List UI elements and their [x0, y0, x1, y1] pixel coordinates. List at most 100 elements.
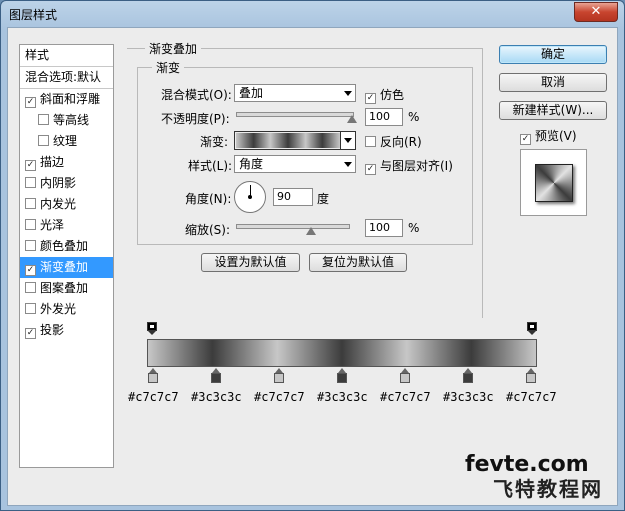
reset-default-button[interactable]: 复位为默认值 — [309, 253, 407, 272]
opacity-slider-track[interactable] — [236, 112, 354, 117]
opacity-stop[interactable] — [147, 322, 157, 335]
title-bar: 图层样式 ✕ — [1, 1, 624, 27]
checkbox-icon: ✓ — [365, 93, 376, 104]
gradient-swatch[interactable] — [236, 133, 340, 148]
gradient-picker[interactable] — [234, 131, 356, 150]
sidebar-item-label: 投影 — [40, 323, 65, 337]
style-select[interactable]: 角度 — [234, 155, 356, 173]
preview-thumbnail — [535, 164, 573, 202]
color-stop[interactable] — [337, 368, 347, 383]
sidebar-item-label: 内发光 — [40, 197, 77, 211]
angle-dial[interactable] — [234, 181, 266, 213]
checkbox-icon[interactable]: ✓ — [25, 328, 36, 339]
opacity-slider-thumb[interactable] — [347, 115, 357, 123]
sidebar-item[interactable]: ✓ 描边 — [20, 152, 113, 173]
dither-checkbox[interactable]: ✓ 仿色 — [365, 86, 404, 104]
color-stop-label: #3c3c3c — [191, 390, 242, 404]
blend-options-item[interactable]: 混合选项:默认 — [20, 67, 113, 89]
checkbox-icon: ✓ — [520, 134, 531, 145]
color-stop-label: #c7c7c7 — [506, 390, 557, 404]
style-value: 角度 — [239, 157, 264, 171]
angle-label: 角度(N): — [185, 192, 232, 206]
sidebar-item[interactable]: 内阴影 — [20, 173, 113, 194]
sidebar-item[interactable]: 光泽 — [20, 215, 113, 236]
checkbox-icon[interactable] — [25, 303, 36, 314]
watermark-logo: fevte.com 飞特教程网 — [465, 452, 603, 502]
opacity-label: 不透明度(P): — [161, 112, 230, 126]
color-stop[interactable] — [148, 368, 158, 383]
gradient-group-title: 渐变 — [152, 59, 185, 76]
color-stop[interactable] — [526, 368, 536, 383]
sidebar-item[interactable]: ✓ 斜面和浮雕 — [20, 89, 113, 110]
checkbox-icon[interactable] — [25, 198, 36, 209]
color-stop-label: #c7c7c7 — [380, 390, 431, 404]
checkbox-icon[interactable]: ✓ — [25, 97, 36, 108]
checkbox-icon[interactable]: ✓ — [25, 160, 36, 171]
checkbox-icon[interactable]: ✓ — [25, 265, 36, 276]
scale-percent: % — [408, 221, 420, 235]
close-icon: ✕ — [590, 4, 602, 19]
opacity-percent: % — [408, 110, 420, 124]
sidebar-item[interactable]: 外发光 — [20, 299, 113, 320]
align-layer-checkbox[interactable]: ✓ 与图层对齐(I) — [365, 157, 453, 175]
gradient-dropdown[interactable] — [340, 132, 355, 149]
gradient-label: 渐变: — [200, 135, 229, 149]
color-stop-label: #3c3c3c — [443, 390, 494, 404]
opacity-input[interactable]: 100 — [365, 108, 403, 126]
color-stop[interactable] — [211, 368, 221, 383]
checkbox-icon[interactable] — [25, 282, 36, 293]
blend-mode-value: 叠加 — [239, 86, 264, 100]
preview-checkbox[interactable]: ✓ 预览(V) — [520, 127, 577, 145]
sidebar-item-label: 等高线 — [53, 113, 90, 127]
make-default-button[interactable]: 设置为默认值 — [201, 253, 300, 272]
sidebar-item-label: 光泽 — [40, 218, 65, 232]
angle-unit: 度 — [317, 192, 330, 206]
angle-input[interactable]: 90 — [273, 188, 313, 206]
color-stop-label: #3c3c3c — [317, 390, 368, 404]
sidebar-item[interactable]: ✓ 投影 — [20, 320, 113, 341]
sidebar-item-label: 渐变叠加 — [40, 260, 89, 274]
styles-header[interactable]: 样式 — [20, 45, 113, 67]
opacity-stop[interactable] — [527, 322, 537, 335]
color-stop-label: #c7c7c7 — [254, 390, 305, 404]
scale-label: 缩放(S): — [185, 223, 231, 237]
sidebar-item-label: 内阴影 — [40, 176, 77, 190]
gradient-overlay-title: 渐变叠加 — [145, 40, 202, 57]
sidebar-item[interactable]: 等高线 — [20, 110, 113, 131]
sidebar-item[interactable]: 纹理 — [20, 131, 113, 152]
sidebar-item[interactable]: ✓ 渐变叠加 — [20, 257, 113, 278]
sidebar-item-label: 图案叠加 — [40, 281, 89, 295]
gradient-bar[interactable] — [147, 339, 537, 367]
style-label: 样式(L): — [188, 159, 233, 173]
color-stop[interactable] — [463, 368, 473, 383]
ok-button[interactable]: 确定 — [499, 45, 607, 64]
divider-line — [482, 48, 483, 318]
new-style-button[interactable]: 新建样式(W)... — [499, 101, 607, 120]
sidebar-item-label: 斜面和浮雕 — [40, 92, 101, 106]
scale-input[interactable]: 100 — [365, 219, 403, 237]
color-stop[interactable] — [400, 368, 410, 383]
cancel-button[interactable]: 取消 — [499, 73, 607, 92]
sidebar-item[interactable]: 颜色叠加 — [20, 236, 113, 257]
checkbox-icon[interactable] — [25, 177, 36, 188]
reverse-label: 反向(R) — [380, 135, 422, 149]
checkbox-icon[interactable] — [38, 114, 49, 125]
style-preview — [520, 149, 587, 216]
reverse-checkbox[interactable]: 反向(R) — [365, 133, 422, 150]
color-stop[interactable] — [274, 368, 284, 383]
checkbox-icon[interactable] — [25, 240, 36, 251]
sidebar-item[interactable]: 内发光 — [20, 194, 113, 215]
close-button[interactable]: ✕ — [574, 2, 618, 22]
styles-sidebar: 样式 混合选项:默认 ✓ 斜面和浮雕等高线纹理 ✓ 描边内阴影内发光光泽颜色叠加 ✓ 渐变… — [19, 44, 114, 468]
checkbox-icon[interactable] — [38, 135, 49, 146]
checkbox-icon[interactable] — [25, 219, 36, 230]
scale-slider-track[interactable] — [236, 224, 350, 229]
sidebar-item-label: 纹理 — [53, 134, 78, 148]
blend-mode-select[interactable]: 叠加 — [234, 84, 356, 102]
sidebar-item[interactable]: 图案叠加 — [20, 278, 113, 299]
align-layer-label: 与图层对齐(I) — [380, 159, 453, 173]
sidebar-item-label: 颜色叠加 — [40, 239, 89, 253]
scale-slider-thumb[interactable] — [305, 227, 316, 235]
chevron-down-icon — [344, 162, 352, 167]
dither-label: 仿色 — [380, 88, 405, 102]
